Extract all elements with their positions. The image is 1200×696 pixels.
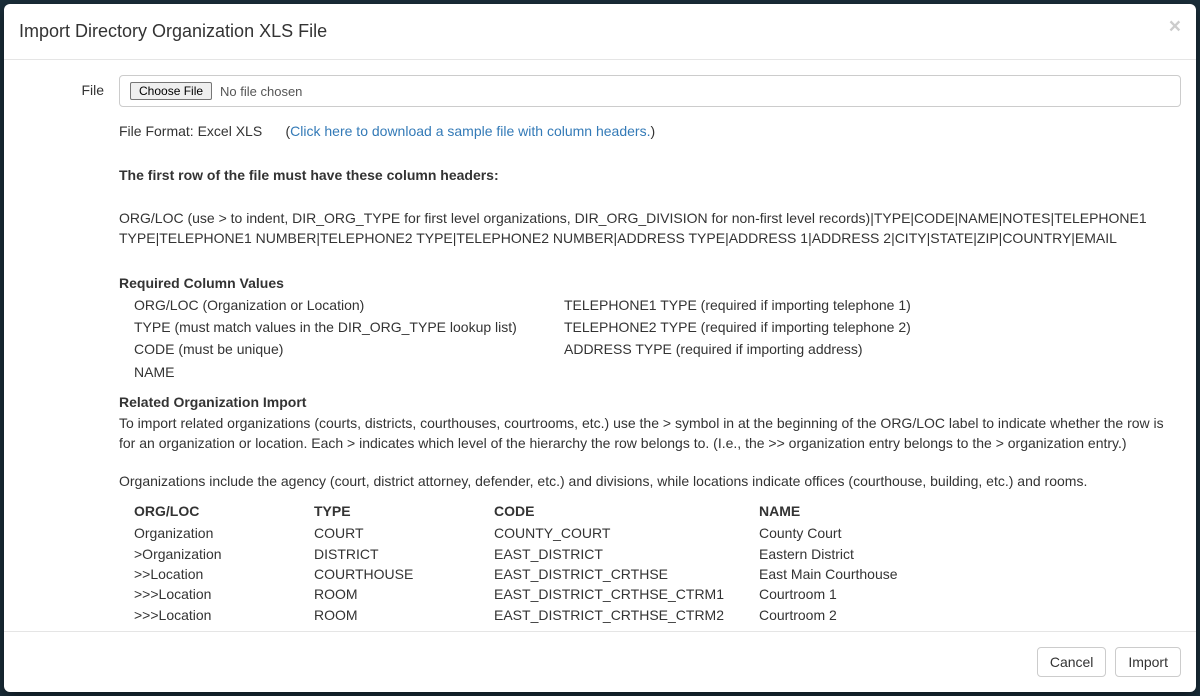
file-row: File Choose File No file chosen [19,75,1181,107]
required-right-col: TELEPHONE1 TYPE (required if importing t… [564,295,1181,384]
example-table: ORG/LOC Organization >Organization >>Loc… [119,501,1181,625]
required-left-col: ORG/LOC (Organization or Location) TYPE … [119,295,564,384]
related-para-1: To import related organizations (courts,… [119,414,1181,453]
file-input[interactable]: Choose File No file chosen [119,75,1181,107]
paren-close: ) [650,123,655,139]
table-row: EAST_DISTRICT_CRTHSE [494,564,744,584]
modal-header: Import Directory Organization XLS File × [4,4,1196,60]
close-button[interactable]: × [1169,16,1181,37]
ex-header-orgloc: ORG/LOC [134,501,299,521]
table-row: COURTHOUSE [314,564,479,584]
file-label: File [19,75,119,107]
table-row: East Main Courthouse [759,564,1181,584]
ex-header-name: NAME [759,501,1181,521]
table-row: ROOM [314,605,479,625]
required-columns: ORG/LOC (Organization or Location) TYPE … [119,295,1181,384]
req-left-0: ORG/LOC (Organization or Location) [134,295,564,315]
ex-col-code: CODE COUNTY_COURT EAST_DISTRICT EAST_DIS… [479,501,744,625]
ex-header-type: TYPE [314,501,479,521]
file-control: Choose File No file chosen [119,75,1181,107]
table-row: COUNTY_COURT [494,523,744,543]
table-row: County Court [759,523,1181,543]
header-requirement-heading: The first row of the file must have thes… [119,166,1181,186]
req-right-0: TELEPHONE1 TYPE (required if importing t… [564,295,1181,315]
choose-file-button[interactable]: Choose File [130,82,212,100]
table-row: >>>Location [134,584,299,604]
modal-footer: Cancel Import [4,631,1196,692]
table-row: EAST_DISTRICT [494,544,744,564]
table-row: Eastern District [759,544,1181,564]
import-modal: Import Directory Organization XLS File ×… [4,4,1196,692]
table-row: COURT [314,523,479,543]
file-format-text: File Format: Excel XLS [119,123,262,139]
req-left-2: CODE (must be unique) [134,339,564,359]
sample-download-link[interactable]: Click here to download a sample file wit… [290,123,650,139]
req-right-1: TELEPHONE2 TYPE (required if importing t… [564,317,1181,337]
table-row: >>Location [134,564,299,584]
table-row: >Organization [134,544,299,564]
req-right-2: ADDRESS TYPE (required if importing addr… [564,339,1181,359]
table-row: ROOM [314,584,479,604]
related-import-heading: Related Organization Import [119,392,1181,412]
ex-col-name: NAME County Court Eastern District East … [744,501,1181,625]
table-row: Courtroom 1 [759,584,1181,604]
required-values-heading: Required Column Values [119,273,1181,293]
column-headers-spec: ORG/LOC (use > to indent, DIR_ORG_TYPE f… [119,209,1181,248]
ex-col-orgloc: ORG/LOC Organization >Organization >>Loc… [119,501,299,625]
ex-col-type: TYPE COURT DISTRICT COURTHOUSE ROOM ROOM [299,501,479,625]
table-row: Organization [134,523,299,543]
table-row: EAST_DISTRICT_CRTHSE_CTRM1 [494,584,744,604]
modal-body: File Choose File No file chosen File For… [4,60,1196,631]
req-left-3: NAME [134,362,564,382]
table-row: >>>Location [134,605,299,625]
table-row: DISTRICT [314,544,479,564]
cancel-button[interactable]: Cancel [1037,647,1107,677]
related-para-2: Organizations include the agency (court,… [119,472,1181,492]
ex-header-code: CODE [494,501,744,521]
file-format-line: File Format: Excel XLS (Click here to do… [119,122,1181,142]
file-status-text: No file chosen [220,84,302,99]
table-row: Courtroom 2 [759,605,1181,625]
import-button[interactable]: Import [1115,647,1181,677]
table-row: EAST_DISTRICT_CRTHSE_CTRM2 [494,605,744,625]
instructions-block: File Format: Excel XLS (Click here to do… [119,122,1181,625]
req-left-1: TYPE (must match values in the DIR_ORG_T… [134,317,564,337]
modal-title: Import Directory Organization XLS File [19,19,1181,44]
